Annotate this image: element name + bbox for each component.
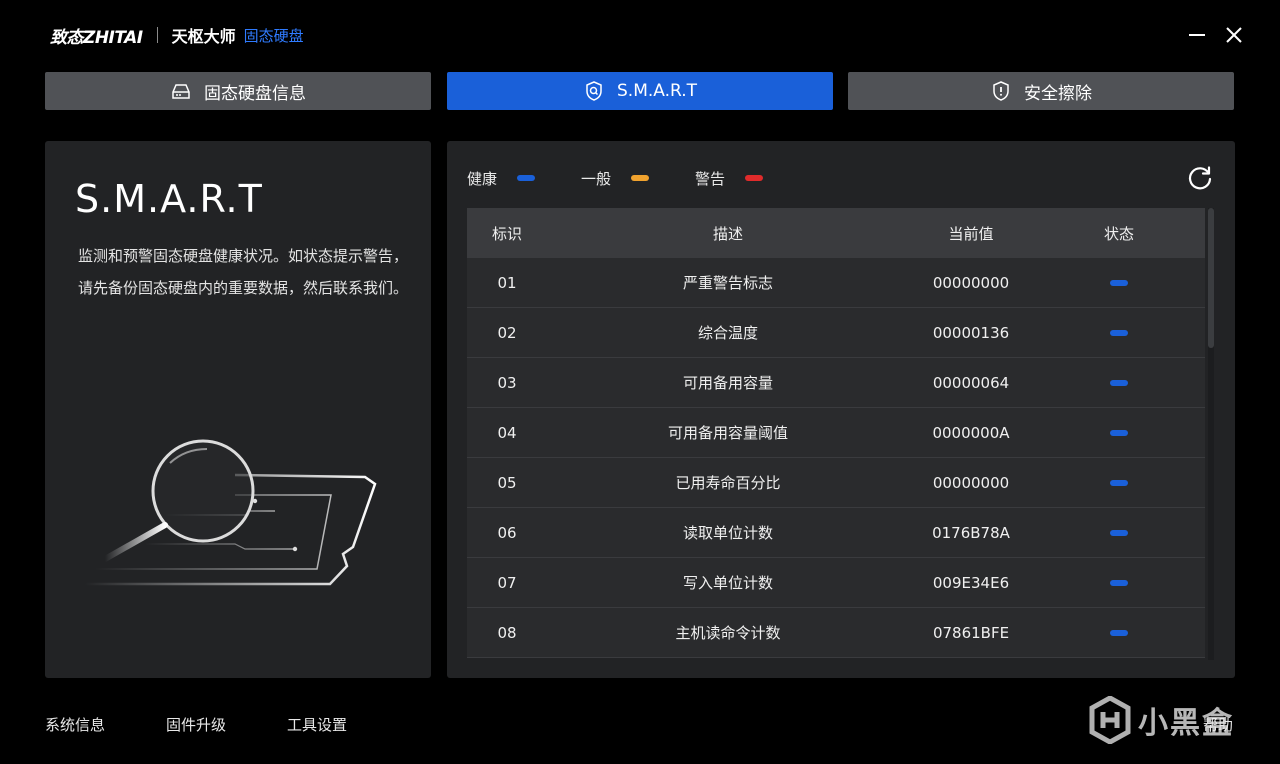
status-indicator	[1110, 530, 1128, 536]
app-name: 天枢大师	[171, 27, 236, 46]
status-indicator	[1110, 330, 1128, 336]
tab-label: S.M.A.R.T	[617, 81, 697, 101]
row-status	[1033, 324, 1205, 342]
legend-swatch	[631, 175, 650, 181]
row-current-value: 0000000A	[932, 423, 1010, 442]
row-current-value: 00000064	[932, 373, 1010, 392]
legend-label: 健康	[467, 169, 498, 188]
header-description: 描述	[712, 224, 743, 243]
smart-table-panel: 健康 一般 警告 标识 描述 当前值 状态 01 严重警告标志 00000000 02…	[447, 141, 1235, 678]
row-status	[1033, 574, 1205, 592]
scrollbar[interactable]	[1208, 208, 1214, 660]
status-indicator	[1110, 580, 1128, 586]
row-current-value: 00000136	[932, 323, 1010, 342]
row-description: 严重警告标志	[682, 274, 773, 292]
row-description: 主机读命令计数	[675, 624, 781, 642]
table-row[interactable]: 08 主机读命令计数 07861BFE	[467, 608, 1205, 658]
row-status	[1033, 274, 1205, 292]
minimize-button[interactable]	[1184, 22, 1210, 48]
row-description: 可用备用容量阈值	[667, 424, 788, 442]
smart-info-panel: S.M.A.R.T 监测和预警固态硬盘健康状况。如状态提示警告，请先备份固态硬盘…	[45, 141, 431, 678]
firmware-upgrade-link[interactable]: 固件升级	[166, 714, 226, 735]
help-link[interactable]: 帮助	[1203, 714, 1233, 735]
brand-logo: 致态ZHITAI	[50, 27, 143, 48]
row-id: 07	[497, 573, 517, 592]
shield-search-icon	[583, 80, 605, 102]
row-status	[1033, 374, 1205, 392]
row-current-value: 009E34E6	[932, 573, 1010, 592]
header-id: 标识	[491, 224, 522, 243]
status-legend: 健康 一般 警告	[467, 167, 809, 189]
row-description: 读取单位计数	[682, 524, 773, 542]
legend-normal: 一般	[581, 168, 650, 189]
panel-title: S.M.A.R.T	[75, 177, 263, 221]
table-row[interactable]: 04 可用备用容量阈值 0000000A	[467, 408, 1205, 458]
title-bar: 致态ZHITAI 天枢大师 固态硬盘	[0, 0, 1280, 70]
panel-description: 监测和预警固态硬盘健康状况。如状态提示警告，请先备份固态硬盘内的重要数据，然后联…	[78, 247, 409, 297]
row-current-value: 00000000	[932, 273, 1010, 292]
legend-healthy: 健康	[467, 168, 536, 189]
watermark-logo-icon	[1089, 696, 1131, 744]
row-status	[1033, 424, 1205, 442]
scrollbar-thumb[interactable]	[1208, 208, 1214, 348]
row-id: 01	[497, 273, 517, 292]
row-description: 写入单位计数	[682, 574, 773, 592]
row-description: 已用寿命百分比	[675, 474, 781, 492]
row-id: 02	[497, 323, 517, 342]
row-status	[1033, 524, 1205, 542]
row-id: 06	[497, 523, 517, 542]
legend-label: 一般	[581, 169, 612, 188]
tab-label: 安全擦除	[1024, 83, 1092, 104]
row-description: 可用备用容量	[682, 374, 773, 392]
tool-settings-link[interactable]: 工具设置	[287, 714, 347, 735]
refresh-icon[interactable]	[1186, 164, 1214, 192]
status-indicator	[1110, 630, 1128, 636]
row-status	[1033, 624, 1205, 642]
table-row[interactable]: 07 写入单位计数 009E34E6	[467, 558, 1205, 608]
table-row[interactable]: 05 已用寿命百分比 00000000	[467, 458, 1205, 508]
status-indicator	[1110, 480, 1128, 486]
row-id: 08	[497, 623, 517, 642]
table-header: 标识 描述 当前值 状态	[467, 208, 1205, 258]
row-current-value: 0176B78A	[932, 523, 1010, 542]
table-row[interactable]: 06 读取单位计数 0176B78A	[467, 508, 1205, 558]
tab-ssd-info[interactable]: 固态硬盘信息	[45, 72, 431, 110]
status-indicator	[1110, 280, 1128, 286]
row-id: 04	[497, 423, 517, 442]
status-indicator	[1110, 430, 1128, 436]
table-row[interactable]: 03 可用备用容量 00000064	[467, 358, 1205, 408]
brand: 致态ZHITAI 天枢大师 固态硬盘	[50, 22, 304, 48]
legend-warning: 警告	[695, 168, 764, 189]
close-button[interactable]	[1221, 22, 1247, 48]
ssd-magnifier-illustration	[85, 439, 377, 586]
row-description: 综合温度	[697, 324, 758, 342]
system-info-link[interactable]: 系统信息	[45, 714, 105, 735]
tab-label: 固态硬盘信息	[204, 83, 306, 104]
tab-secure-erase[interactable]: 安全擦除	[848, 72, 1234, 110]
shield-alert-icon	[990, 80, 1012, 102]
minimize-icon	[1189, 34, 1205, 36]
close-icon	[1226, 27, 1242, 43]
legend-swatch	[517, 175, 536, 181]
app-subtitle: 固态硬盘	[243, 26, 304, 45]
row-current-value: 00000000	[932, 473, 1010, 492]
row-current-value: 07861BFE	[932, 623, 1010, 642]
table-row[interactable]: 02 综合温度 00000136	[467, 308, 1205, 358]
row-id: 03	[497, 373, 517, 392]
header-status: 状态	[1103, 224, 1134, 243]
brand-divider	[156, 27, 158, 43]
legend-swatch	[745, 175, 764, 181]
table-body[interactable]: 01 严重警告标志 00000000 02 综合温度 00000136 03 可用备用容量 00…	[467, 258, 1205, 658]
header-current-value: 当前值	[948, 224, 994, 243]
table-row[interactable]: 01 严重警告标志 00000000	[467, 258, 1205, 308]
status-indicator	[1110, 380, 1128, 386]
legend-label: 警告	[695, 169, 726, 188]
smart-table: 标识 描述 当前值 状态 01 严重警告标志 00000000 02 综合温度 00000…	[467, 208, 1205, 658]
row-id: 05	[497, 473, 517, 492]
drive-icon	[170, 80, 192, 102]
row-status	[1033, 474, 1205, 492]
tab-smart[interactable]: S.M.A.R.T	[447, 72, 833, 110]
